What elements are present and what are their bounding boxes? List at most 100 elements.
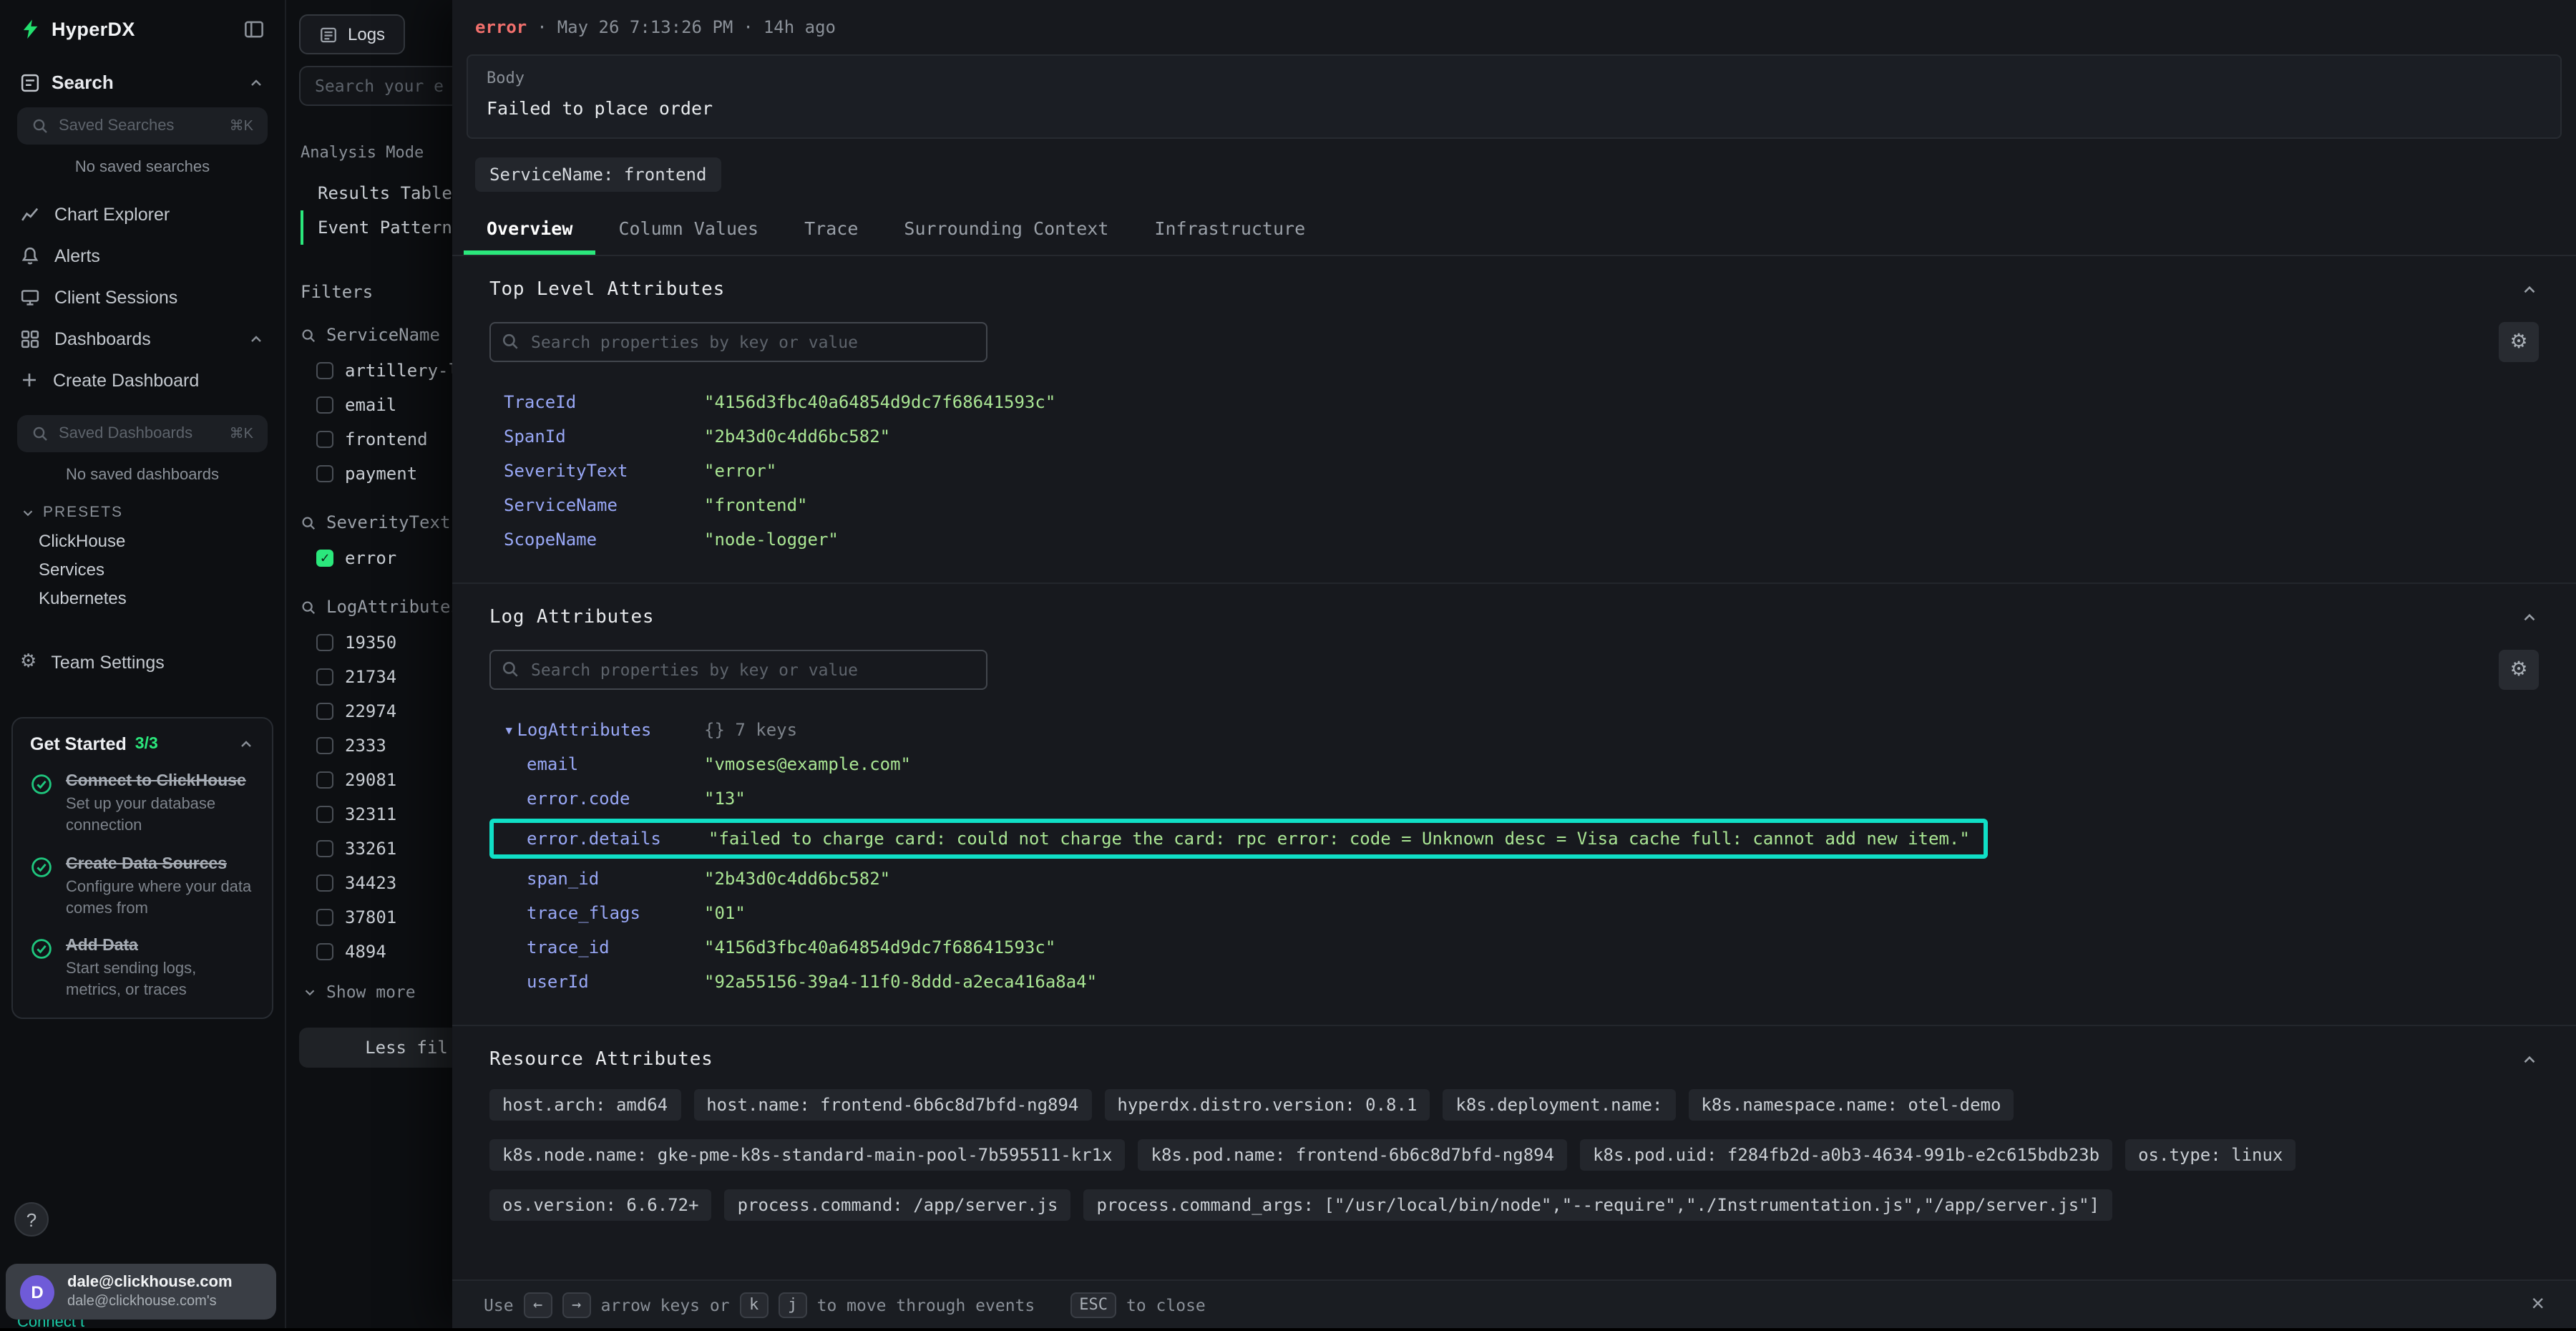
step-desc: Set up your database connection [66,794,255,837]
root-meta: {} 7 keys [704,713,797,747]
source-selector-button[interactable]: Logs [299,14,405,54]
checkbox[interactable] [316,668,333,686]
presets-toggle[interactable]: PRESETS [20,504,285,521]
attribute-key[interactable]: ScopeName [504,522,704,557]
attribute-value[interactable]: "frontend" [704,488,808,522]
attribute-key[interactable]: SeverityText [504,454,704,488]
log-attributes-root[interactable]: ▾LogAttributes {} 7 keys [504,713,2539,747]
checkbox[interactable] [316,634,333,651]
chevron-up-icon[interactable] [248,330,265,347]
search-icon [301,599,316,615]
preset-services[interactable]: Services [0,555,285,584]
checkbox[interactable] [316,806,333,823]
no-saved-dashboards-text: No saved dashboards [0,467,285,484]
attribute-key[interactable]: span_id [504,862,704,896]
attribute-key[interactable]: TraceId [504,385,704,419]
checkbox[interactable] [316,840,333,857]
close-panel-button[interactable]: × [2531,1292,2545,1317]
attribute-value[interactable]: "2b43d0c4dd6bc582" [704,862,890,896]
attribute-value[interactable]: "92a55156-39a4-11f0-8ddd-a2eca416a8a4" [704,965,1097,999]
log-attributes-search-input[interactable] [489,650,987,690]
checkbox[interactable] [316,874,333,892]
caret-down-icon[interactable]: ▾ [504,720,514,740]
attribute-key[interactable]: trace_id [504,930,704,965]
attribute-key[interactable]: email [504,747,704,781]
checkbox[interactable] [316,362,333,379]
saved-dashboards-input[interactable]: Saved Dashboards ⌘K [17,415,268,452]
preset-clickhouse[interactable]: ClickHouse [0,527,285,555]
resource-chip[interactable]: k8s.deployment.name: [1443,1089,1675,1121]
resource-chip[interactable]: host.name: frontend-6b6c8d7bfd-ng894 [693,1089,1091,1121]
attribute-key[interactable]: error.details [504,824,708,853]
checkbox[interactable] [316,703,333,720]
resource-chip[interactable]: os.version: 6.6.72+ [489,1189,712,1221]
highlighted-attribute-row[interactable]: error.details "failed to charge card: co… [489,819,1989,859]
collapse-section-chevron-up-icon[interactable] [2520,608,2539,627]
attribute-row: TraceId "4156d3fbc40a64854d9dc7f68641593… [504,385,2539,419]
attribute-key[interactable]: SpanId [504,419,704,454]
search-icon [31,425,49,442]
resource-chip[interactable]: k8s.namespace.name: otel-demo [1688,1089,2014,1121]
sidebar-item-team-settings[interactable]: ⚙ Team Settings [0,641,285,683]
get-started-step[interactable]: Connect to ClickHouse Set up your databa… [30,773,255,837]
collapse-section-chevron-up-icon[interactable] [2520,1050,2539,1069]
service-name-chip[interactable]: ServiceName: frontend [475,157,721,192]
user-menu[interactable]: D dale@clickhouse.com dale@clickhouse.co… [6,1264,276,1320]
attribute-value[interactable]: "01" [704,896,746,930]
checkbox-checked[interactable]: ✓ [316,550,333,567]
resource-chip[interactable]: k8s.pod.name: frontend-6b6c8d7bfd-ng894 [1138,1139,1568,1171]
sidebar-item-chart-explorer[interactable]: Chart Explorer [0,193,285,235]
left-arrow-key: ← [524,1292,552,1317]
chevron-up-icon[interactable] [238,736,255,753]
resource-chip[interactable]: process.command: /app/server.js [725,1189,1071,1221]
brand-row: HyperDX [0,0,285,43]
resource-chip[interactable]: process.command_args: ["/usr/local/bin/n… [1084,1189,2113,1221]
attribute-value[interactable]: "node-logger" [704,522,839,557]
root-key[interactable]: LogAttributes [517,720,651,740]
resource-chip[interactable]: os.type: linux [2125,1139,2296,1171]
sidebar-item-dashboards[interactable]: Dashboards [0,318,285,359]
attribute-value[interactable]: "error" [704,454,776,488]
checkbox[interactable] [316,909,333,926]
sidebar-section-search[interactable]: Search [0,72,285,93]
attribute-key[interactable]: ServiceName [504,488,704,522]
checkbox[interactable] [316,771,333,789]
attribute-value[interactable]: "13" [704,781,746,816]
get-started-step[interactable]: Create Data Sources Configure where your… [30,855,255,919]
create-dashboard-button[interactable]: Create Dashboard [0,359,285,401]
attribute-value[interactable]: "4156d3fbc40a64854d9dc7f68641593c" [704,385,1055,419]
saved-searches-input[interactable]: Saved Searches ⌘K [17,107,268,145]
sidebar-item-client-sessions[interactable]: Client Sessions [0,276,285,318]
resource-chip[interactable]: host.arch: amd64 [489,1089,680,1121]
collapse-sidebar-button[interactable] [240,16,268,43]
chevron-up-icon[interactable] [248,74,265,91]
tab-infrastructure[interactable]: Infrastructure [1131,205,1328,255]
sidebar-item-alerts[interactable]: Alerts [0,235,285,276]
top-level-search-input[interactable] [489,322,987,362]
attribute-key[interactable]: userId [504,965,704,999]
resource-chip[interactable]: hyperdx.distro.version: 0.8.1 [1104,1089,1430,1121]
attribute-key[interactable]: trace_flags [504,896,704,930]
tab-column-values[interactable]: Column Values [595,205,781,255]
checkbox[interactable] [316,465,333,482]
checkbox[interactable] [316,431,333,448]
log-attributes-settings-button[interactable]: ⚙ [2499,650,2539,690]
attribute-value[interactable]: "failed to charge card: could not charge… [708,824,1970,853]
attribute-value[interactable]: "4156d3fbc40a64854d9dc7f68641593c" [704,930,1055,965]
help-button[interactable]: ? [14,1202,49,1237]
tab-trace[interactable]: Trace [781,205,881,255]
top-level-settings-button[interactable]: ⚙ [2499,322,2539,362]
collapse-section-chevron-up-icon[interactable] [2520,281,2539,299]
tab-surrounding-context[interactable]: Surrounding Context [881,205,1131,255]
resource-chip[interactable]: k8s.node.name: gke-pme-k8s-standard-main… [489,1139,1126,1171]
attribute-value[interactable]: "2b43d0c4dd6bc582" [704,419,890,454]
preset-kubernetes[interactable]: Kubernetes [0,584,285,613]
checkbox[interactable] [316,737,333,754]
resource-chip[interactable]: k8s.pod.uid: f284fb2d-a0b3-4634-991b-e2c… [1580,1139,2112,1171]
get-started-step[interactable]: Add Data Start sending logs, metrics, or… [30,938,255,1002]
tab-overview[interactable]: Overview [464,205,595,255]
attribute-key[interactable]: error.code [504,781,704,816]
attribute-value[interactable]: "vmoses@example.com" [704,747,911,781]
checkbox[interactable] [316,396,333,414]
checkbox[interactable] [316,943,333,960]
